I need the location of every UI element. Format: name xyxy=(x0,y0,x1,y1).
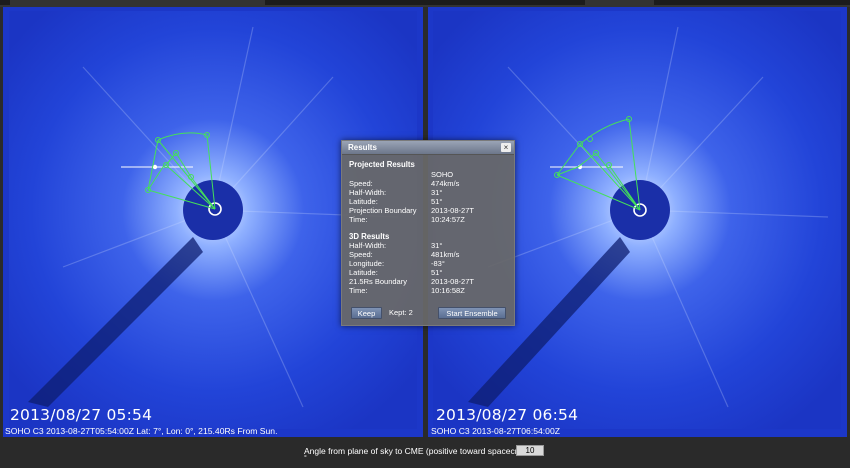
top-toolbar xyxy=(0,0,850,7)
result-value: -83° xyxy=(431,259,445,268)
result-label: Half-Width: xyxy=(349,188,387,197)
angle-label: Angle from plane of sky to CME (positive… xyxy=(304,446,533,456)
result-value: 2013-08-27T xyxy=(431,277,474,286)
result-value: 10:16:58Z xyxy=(431,286,465,295)
left-timestamp: 2013/08/27 05:54 xyxy=(10,406,153,424)
result-value: 2013-08-27T xyxy=(431,206,474,215)
projected-heading: Projected Results xyxy=(349,160,415,169)
result-label: Speed: xyxy=(349,179,373,188)
right-image-info: SOHO C3 2013-08-27T06:54:00Z xyxy=(431,426,560,436)
keep-button[interactable]: Keep xyxy=(351,307,382,319)
result-label: Latitude: xyxy=(349,197,378,206)
close-icon[interactable]: × xyxy=(501,143,511,152)
result-label: 21.5Rs Boundary xyxy=(349,277,407,286)
result-value: 51° xyxy=(431,268,443,277)
projected-column-header: SOHO xyxy=(431,170,454,179)
result-value: 31° xyxy=(431,188,443,197)
start-ensemble-button[interactable]: Start Ensemble xyxy=(438,307,506,319)
result-value: 10:24:57Z xyxy=(431,215,465,224)
dialog-title: Results xyxy=(348,143,377,152)
left-image-info: SOHO C3 2013-08-27T05:54:00Z Lat: 7°, Lo… xyxy=(5,426,278,436)
result-label: Time: xyxy=(349,215,368,224)
toolbar-segment xyxy=(0,0,10,5)
right-timestamp: 2013/08/27 06:54 xyxy=(436,406,579,424)
result-label: Time: xyxy=(349,286,368,295)
result-value: 31° xyxy=(431,241,443,250)
angle-input[interactable] xyxy=(516,445,544,456)
results-dialog: Results × Projected Results SOHO Speed: … xyxy=(341,140,515,326)
3d-heading: 3D Results xyxy=(349,232,390,241)
result-label: Half-Width: xyxy=(349,241,387,250)
result-label: Latitude: xyxy=(349,268,378,277)
toolbar-segment xyxy=(654,0,850,5)
result-label: Speed: xyxy=(349,250,373,259)
dialog-titlebar[interactable]: Results × xyxy=(342,141,514,155)
result-value: 51° xyxy=(431,197,443,206)
result-value: 481km/s xyxy=(431,250,460,259)
angle-unit: ° xyxy=(304,455,307,462)
result-label: Longitude: xyxy=(349,259,385,268)
result-label: Projection Boundary xyxy=(349,206,417,215)
result-value: 474km/s xyxy=(431,179,460,188)
toolbar-segment xyxy=(265,0,585,5)
kept-count: Kept: 2 xyxy=(389,308,413,317)
